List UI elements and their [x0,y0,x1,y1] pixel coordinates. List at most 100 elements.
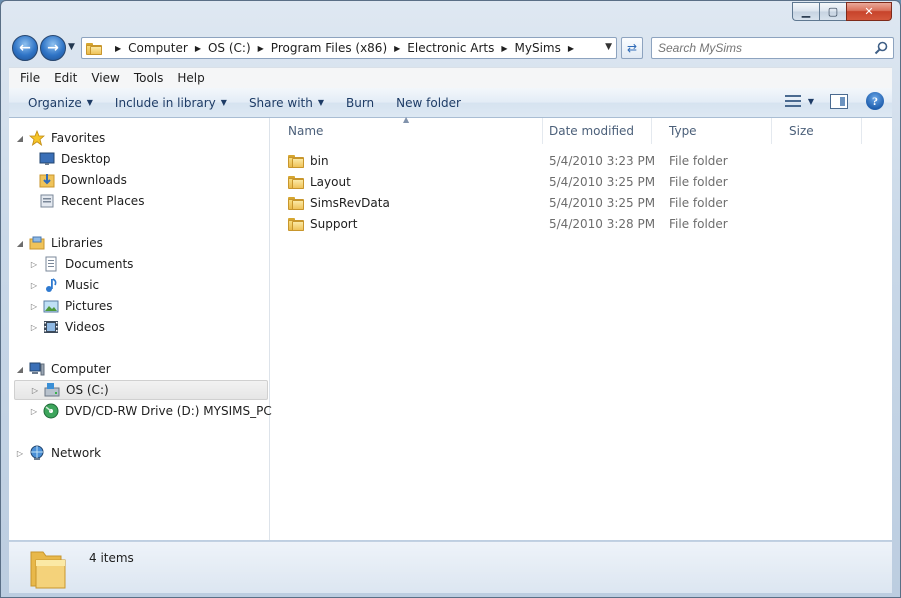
breadcrumb-electronic-arts[interactable]: Electronic Arts [407,41,494,55]
change-view-icon[interactable] [784,93,802,109]
tree-item-desktop[interactable]: Desktop [39,149,111,169]
music-icon [46,278,57,292]
tree-item-pictures[interactable]: ▷ Pictures [29,296,113,316]
expand-arrow-icon[interactable]: ▷ [30,386,40,395]
burn-button[interactable]: Burn [335,96,385,110]
tree-label-dvd-drive: DVD/CD-RW Drive (D:) MYSIMS_PC [65,404,272,418]
sort-ascending-icon: ▲ [403,115,410,124]
column-header-size[interactable]: Size [772,118,862,144]
forward-arrow-icon: → [47,40,59,56]
tree-item-dvd-drive[interactable]: ▷ DVD/CD-RW Drive (D:) MYSIMS_PC [29,401,272,421]
tree-item-videos[interactable]: ▷ Videos [29,317,105,337]
expand-arrow-icon[interactable]: ▷ [29,323,39,332]
file-name: Layout [310,174,351,189]
tree-label-downloads: Downloads [61,173,127,187]
file-type: File folder [669,195,728,210]
menu-tools[interactable]: Tools [127,71,171,85]
address-bar[interactable]: ▶ Computer ▶ OS (C:) ▶ Program Files (x8… [81,37,617,59]
view-options-dropdown[interactable]: ▼ [808,97,814,106]
breadcrumb-mysims[interactable]: MySims [515,41,561,55]
share-with-button[interactable]: Share with ▼ [238,96,335,110]
column-header-name[interactable]: ▲ Name [271,115,543,144]
tree-label-recent-places: Recent Places [61,194,145,208]
star-icon [29,130,45,146]
menu-help[interactable]: Help [170,71,211,85]
collapse-arrow-icon[interactable]: ◢ [15,134,25,143]
menu-view[interactable]: View [84,71,126,85]
tree-label-favorites: Favorites [51,131,106,145]
file-name-cell: bin [288,154,329,168]
organize-button[interactable]: Organize ▼ [17,96,104,110]
dvd-drive-icon [43,403,59,419]
recent-pages-dropdown[interactable]: ▼ [68,42,75,52]
close-button[interactable]: ✕ [846,2,892,21]
navigation-pane[interactable]: ◢ Favorites Desktop Downloads Recent Pla… [9,118,272,540]
file-date: 5/4/2010 3:23 PM [549,153,656,168]
caption-buttons: ▁ ▢ ✕ [792,2,892,21]
tree-label-music: Music [65,278,100,292]
documents-icon [45,256,57,272]
column-header-type[interactable]: Type [652,118,772,144]
file-row[interactable]: SimsRevData 5/4/2010 3:25 PM File folder [271,192,892,213]
address-history-dropdown[interactable]: ▼ [605,42,612,52]
search-box[interactable] [651,37,894,59]
tree-item-os-c[interactable]: ▷ OS (C:) [14,380,268,400]
refresh-button[interactable]: ⇄ [621,37,643,59]
title-bar[interactable]: ▁ ▢ ✕ [1,1,900,31]
file-row[interactable]: Support 5/4/2010 3:28 PM File folder [271,213,892,234]
file-name: bin [310,153,329,168]
expand-arrow-icon[interactable]: ▷ [29,302,39,311]
expand-arrow-icon[interactable]: ▷ [15,449,25,458]
minimize-button[interactable]: ▁ [792,2,819,21]
back-button[interactable]: ← [12,35,38,61]
expand-arrow-icon[interactable]: ▷ [29,407,39,416]
breadcrumb-separator-icon[interactable]: ▶ [258,44,264,53]
breadcrumb-separator-icon[interactable]: ▶ [501,44,507,53]
tree-item-downloads[interactable]: Downloads [39,170,127,190]
column-header-date-modified[interactable]: Date modified [532,118,652,144]
preview-pane-icon[interactable] [830,93,848,109]
breadcrumb-program-files[interactable]: Program Files (x86) [271,41,387,55]
include-in-library-label: Include in library [114,95,216,110]
breadcrumb-os-c[interactable]: OS (C:) [208,41,251,55]
breadcrumb-computer[interactable]: Computer [128,41,188,55]
menu-edit[interactable]: Edit [47,71,84,85]
menu-file[interactable]: File [13,71,47,85]
file-row[interactable]: bin 5/4/2010 3:23 PM File folder [271,150,892,171]
tree-item-music[interactable]: ▷ Music [29,275,99,295]
file-row[interactable]: Layout 5/4/2010 3:25 PM File folder [271,171,892,192]
breadcrumb-separator-icon[interactable]: ▶ [568,44,574,53]
file-list-pane[interactable]: ▲ Name Date modified Type Size bin 5/4/2… [271,115,892,540]
breadcrumb-separator-icon[interactable]: ▶ [394,44,400,53]
search-input[interactable] [658,41,868,55]
breadcrumb-separator-icon[interactable]: ▶ [195,44,201,53]
new-folder-button[interactable]: New folder [385,96,472,110]
tree-favorites[interactable]: ◢ Favorites [15,128,105,148]
tree-label-libraries: Libraries [51,236,103,250]
expand-arrow-icon[interactable]: ▷ [29,260,39,269]
tree-network[interactable]: ▷ Network [15,443,101,463]
recent-places-icon [40,194,54,208]
help-icon[interactable]: ? [866,92,884,110]
include-in-library-button[interactable]: Include in library ▼ [104,96,238,110]
collapse-arrow-icon[interactable]: ◢ [15,239,25,248]
forward-button[interactable]: → [40,35,66,61]
chevron-down-icon: ▼ [220,98,227,107]
tree-libraries[interactable]: ◢ Libraries [15,233,103,253]
back-arrow-icon: ← [19,40,31,56]
network-icon [30,445,44,460]
tree-label-desktop: Desktop [61,152,111,166]
file-type: File folder [669,153,728,168]
content-area: ◢ Favorites Desktop Downloads Recent Pla… [9,115,892,540]
tree-computer[interactable]: ◢ Computer [15,359,111,379]
tree-item-recent-places[interactable]: Recent Places [39,191,144,211]
breadcrumb-separator-icon[interactable]: ▶ [115,44,121,53]
search-icon[interactable] [873,40,889,56]
maximize-button[interactable]: ▢ [819,2,846,21]
file-date: 5/4/2010 3:28 PM [549,216,656,231]
chevron-down-icon: ▼ [317,98,324,107]
expand-arrow-icon[interactable]: ▷ [29,281,39,290]
view-controls: ▼ ? [784,92,884,110]
collapse-arrow-icon[interactable]: ◢ [15,365,25,374]
tree-item-documents[interactable]: ▷ Documents [29,254,133,274]
